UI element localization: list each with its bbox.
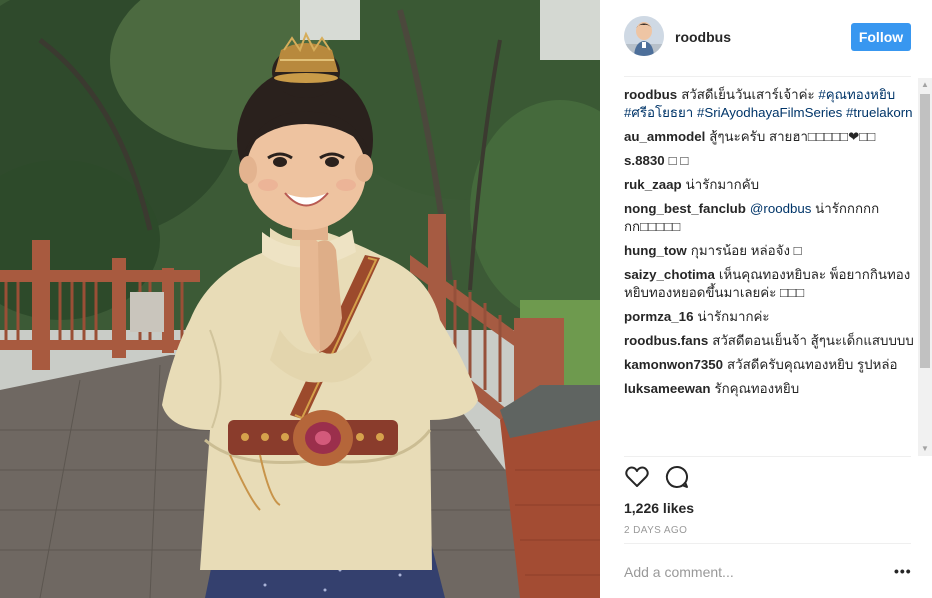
comment-divider [624,543,911,544]
comment-item: pormza_16 น่ารักมากค่ะ [624,308,918,326]
hashtag-link[interactable]: #SriAyodhayaFilmSeries [697,105,842,120]
comment-item: s.8830 □ □ [624,152,918,170]
comment-item: roodbus.fans สวัสดีตอนเย็นจ้า สู้ๆนะเด็กแ… [624,332,918,350]
scroll-thumb[interactable] [920,94,930,368]
actions-divider [624,456,911,457]
comment-username[interactable]: au_ammodel [624,129,705,144]
scroll-up-arrow-icon[interactable]: ▲ [918,78,932,92]
comment-item: ruk_zaap น่ารักมากคับ [624,176,918,194]
avatar-image [624,16,664,56]
speech-bubble-icon[interactable] [664,464,690,490]
comment-text: สวัสดีครับคุณทองหยิบ รูปหล่อ [727,357,898,372]
follow-button[interactable]: Follow [851,23,911,51]
likes-count[interactable]: 1,226 likes [624,500,694,516]
comment-text: น่ารักมากค่ะ [697,309,770,324]
comment-username[interactable]: kamonwon7350 [624,357,723,372]
post-details-panel: roodbus Follow roodbus สวัสดีเย็นวันเสาร์… [600,0,932,598]
caption-text: สวัสดีเย็นวันเสาร์เจ้าค่ะ [681,87,819,102]
post-header: roodbus Follow [600,0,932,76]
comment-text: น่ารักมากคับ [685,177,760,192]
comment-item: nong_best_fanclub @roodbus น่ารักกกกกกก□□… [624,200,918,236]
comment-item: au_ammodel สู้ๆนะครับ สายฮา□□□□□❤□□ [624,128,918,146]
comment-item: kamonwon7350 สวัสดีครับคุณทองหยิบ รูปหล่อ [624,356,918,374]
comments-scrollbar[interactable]: ▲ ▼ [918,78,932,456]
comment-username[interactable]: ruk_zaap [624,177,682,192]
hashtag-link[interactable]: #truelakorn [846,105,913,120]
post-username[interactable]: roodbus [675,29,731,45]
comment-username[interactable]: s.8830 [624,153,665,168]
comment-text: สู้ๆนะครับ สายฮา□□□□□❤□□ [709,129,876,144]
hashtag-link[interactable]: #ศรีอโยธยา [624,105,693,120]
scroll-down-arrow-icon[interactable]: ▼ [918,442,932,456]
comment-username[interactable]: saizy_chotima [624,267,715,282]
header-divider [624,76,911,77]
photo-illustration [0,0,600,598]
comment-username[interactable]: luksameewan [624,381,710,396]
comment-text: รักคุณทองหยิบ [714,381,800,396]
post-timestamp[interactable]: 2 DAYS AGO [624,525,687,536]
caption-username[interactable]: roodbus [624,87,677,102]
heart-outline-icon[interactable] [624,464,650,490]
comment-text: สวัสดีตอนเย็นจ้า สู้ๆนะเด็กแสบบบบ [712,333,914,348]
comment-text: □ □ [668,153,689,168]
comment-item: luksameewan รักคุณทองหยิบ [624,380,918,398]
comment-username[interactable]: hung_tow [624,243,687,258]
comment-username[interactable]: nong_best_fanclub [624,201,746,216]
comment-item: saizy_chotima เห็นคุณทองหยิบละ พ็อยากกินท… [624,266,918,302]
avatar[interactable] [624,16,664,56]
comment-username[interactable]: roodbus.fans [624,333,708,348]
comments-list[interactable]: roodbus สวัสดีเย็นวันเสาร์เจ้าค่ะ #คุณทอง… [624,86,918,456]
ellipsis-icon[interactable]: ••• [894,563,912,579]
hashtag-link[interactable]: #คุณทองหยิบ [818,87,895,102]
comment-username[interactable]: pormza_16 [624,309,693,324]
add-comment-input[interactable] [624,560,874,584]
mention-link[interactable]: @roodbus [750,201,812,216]
caption: roodbus สวัสดีเย็นวันเสาร์เจ้าค่ะ #คุณทอง… [624,86,918,122]
post-photo[interactable] [0,0,600,598]
comment-text: กุมารน้อย หล่อจัง □ [690,243,802,258]
comment-item: hung_tow กุมารน้อย หล่อจัง □ [624,242,918,260]
